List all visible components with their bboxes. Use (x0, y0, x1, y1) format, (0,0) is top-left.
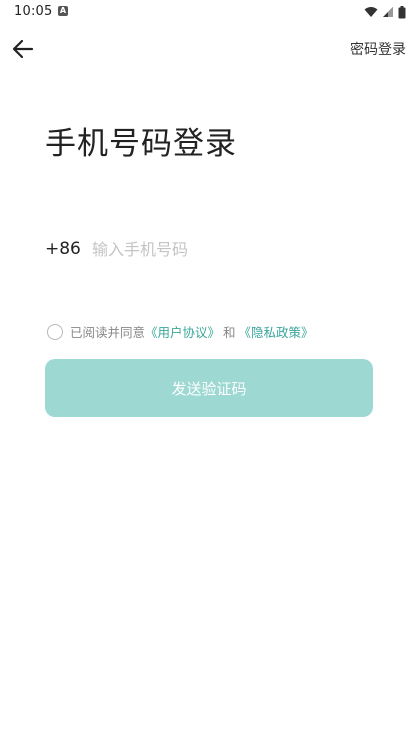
phone-input-row: +86 (45, 236, 375, 262)
arrow-left-icon (12, 39, 34, 59)
agreement-and-text: 和 (223, 325, 236, 340)
page-title: 手机号码登录 (45, 126, 237, 162)
user-agreement-link[interactable]: 《用户协议》 (145, 322, 220, 341)
status-time: 10:05 (14, 4, 53, 19)
password-login-link[interactable]: 密码登录 (350, 39, 406, 59)
app-notification-icon: A (58, 6, 68, 16)
back-button[interactable] (8, 34, 38, 64)
status-icons (364, 5, 406, 19)
privacy-policy-link[interactable]: 《隐私政策》 (239, 322, 314, 341)
agreement-checkbox[interactable] (47, 323, 63, 340)
login-screen: 10:05 A 密码登录 手机号码登录 +86 输入手机号码 已阅读并同意 《用… (0, 0, 418, 743)
status-bar: 10:05 A (0, 0, 418, 24)
signal-icon (383, 7, 393, 17)
battery-icon (398, 5, 406, 18)
wifi-icon (364, 7, 378, 17)
agreement-prefix-text: 已阅读并同意 (70, 325, 146, 340)
agreement-row: 已阅读并同意 《用户协议》 和 《隐私政策》 (47, 322, 314, 341)
send-code-button[interactable]: 发送验证码 (45, 359, 373, 417)
phone-number-input[interactable] (92, 239, 352, 259)
country-code-selector[interactable]: +86 (45, 239, 92, 259)
